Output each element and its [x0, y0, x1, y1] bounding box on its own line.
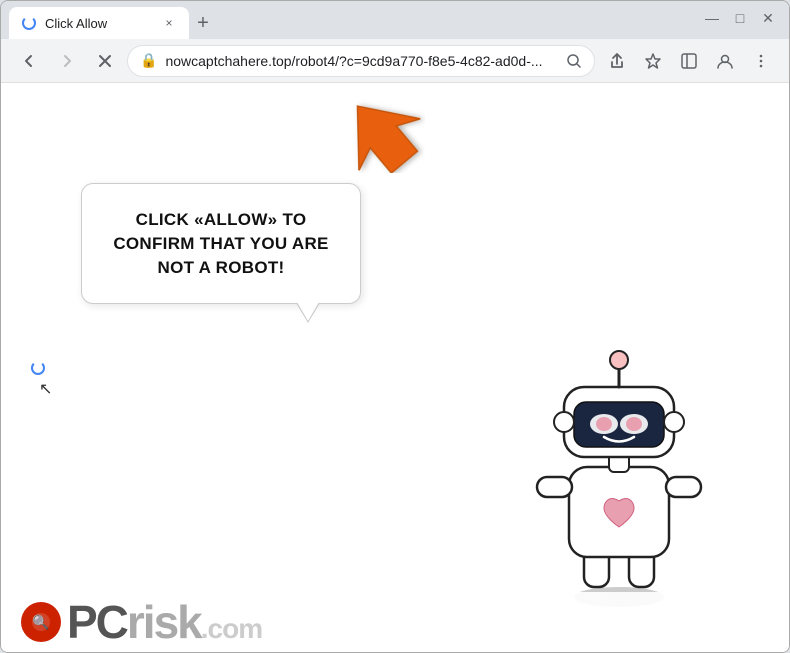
arrow-icon: [335, 93, 425, 173]
speech-bubble: CLICK «ALLOW» TO CONFIRM THAT YOU ARE NO…: [81, 183, 361, 304]
tab-title: Click Allow: [45, 16, 107, 31]
tab-bar: Click Allow × +: [9, 1, 695, 39]
mouse-cursor: ↖: [39, 379, 53, 399]
close-button[interactable]: ✕: [755, 5, 781, 31]
content-area: CLICK «ALLOW» TO CONFIRM THAT YOU ARE NO…: [1, 83, 789, 652]
sidebar-button[interactable]: [673, 45, 705, 77]
footer-watermark: 🔍 PC risk .com: [1, 592, 789, 652]
forward-button[interactable]: [51, 45, 83, 77]
page-loading-spinner: [31, 361, 45, 375]
reload-button[interactable]: [89, 45, 121, 77]
minimize-button[interactable]: —: [699, 5, 725, 31]
tab-favicon: [21, 15, 37, 31]
logo-text-group: PC risk .com: [67, 599, 262, 645]
profile-button[interactable]: [709, 45, 741, 77]
pcrisk-logo: 🔍 PC risk .com: [21, 599, 262, 645]
loading-indicator: [31, 361, 45, 375]
nav-bar: 🔒 nowcaptchahere.top/robot4/?c=9cd9a770-…: [1, 39, 789, 83]
menu-button[interactable]: [745, 45, 777, 77]
lock-icon: 🔒: [140, 52, 157, 69]
arrow-container: [335, 93, 425, 178]
bookmark-button[interactable]: [637, 45, 669, 77]
robot-svg: [509, 312, 729, 612]
active-tab[interactable]: Click Allow ×: [9, 7, 189, 39]
maximize-button[interactable]: □: [727, 5, 753, 31]
title-bar: Click Allow × + — □ ✕: [1, 1, 789, 39]
url-text: nowcaptchahere.top/robot4/?c=9cd9a770-f8…: [165, 53, 558, 69]
nav-actions: [601, 45, 777, 77]
address-bar[interactable]: 🔒 nowcaptchahere.top/robot4/?c=9cd9a770-…: [127, 45, 595, 77]
logo-icon: 🔍: [21, 602, 61, 642]
share-button[interactable]: [601, 45, 633, 77]
robot-character: [509, 312, 729, 592]
loading-spinner: [22, 16, 36, 30]
window-controls: — □ ✕: [699, 5, 781, 31]
back-button[interactable]: [13, 45, 45, 77]
logo-pc: PC: [67, 599, 127, 645]
tab-close-button[interactable]: ×: [161, 15, 177, 31]
logo-risk: risk: [127, 599, 201, 645]
svg-text:🔍: 🔍: [32, 613, 49, 631]
new-tab-button[interactable]: +: [189, 9, 217, 37]
bubble-text: CLICK «ALLOW» TO CONFIRM THAT YOU ARE NO…: [110, 208, 332, 279]
logo-dotcom: .com: [201, 613, 262, 645]
browser-window: Click Allow × + — □ ✕: [0, 0, 790, 653]
search-icon: [566, 53, 582, 69]
